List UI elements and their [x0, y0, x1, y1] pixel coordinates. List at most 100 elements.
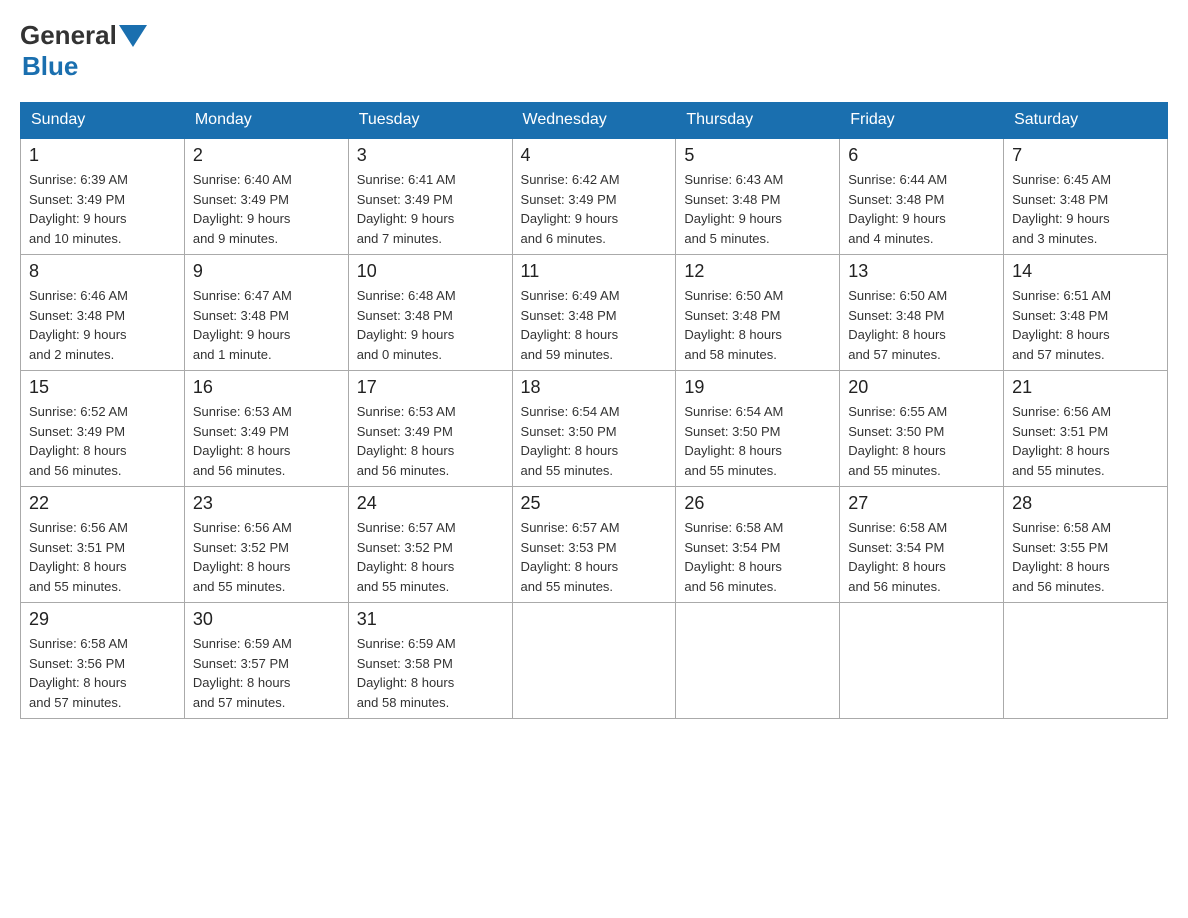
day-info: Sunrise: 6:55 AMSunset: 3:50 PMDaylight:…: [848, 402, 995, 480]
day-cell-9: 9 Sunrise: 6:47 AMSunset: 3:48 PMDaylight…: [184, 255, 348, 371]
day-info: Sunrise: 6:56 AMSunset: 3:51 PMDaylight:…: [1012, 402, 1159, 480]
day-info: Sunrise: 6:41 AMSunset: 3:49 PMDaylight:…: [357, 170, 504, 248]
empty-cell: [512, 603, 676, 719]
day-cell-29: 29 Sunrise: 6:58 AMSunset: 3:56 PMDayligh…: [21, 603, 185, 719]
day-info: Sunrise: 6:56 AMSunset: 3:51 PMDaylight:…: [29, 518, 176, 596]
day-info: Sunrise: 6:51 AMSunset: 3:48 PMDaylight:…: [1012, 286, 1159, 364]
day-cell-11: 11 Sunrise: 6:49 AMSunset: 3:48 PMDayligh…: [512, 255, 676, 371]
day-number: 19: [684, 377, 831, 398]
day-number: 17: [357, 377, 504, 398]
day-info: Sunrise: 6:57 AMSunset: 3:52 PMDaylight:…: [357, 518, 504, 596]
day-cell-17: 17 Sunrise: 6:53 AMSunset: 3:49 PMDayligh…: [348, 371, 512, 487]
day-cell-23: 23Sunrise: 6:56 AMSunset: 3:52 PMDayligh…: [184, 487, 348, 603]
day-cell-27: 27Sunrise: 6:58 AMSunset: 3:54 PMDayligh…: [840, 487, 1004, 603]
day-number: 8: [29, 261, 176, 282]
day-info: Sunrise: 6:58 AMSunset: 3:54 PMDaylight:…: [684, 518, 831, 596]
day-cell-31: 31Sunrise: 6:59 AMSunset: 3:58 PMDayligh…: [348, 603, 512, 719]
week-row-5: 29 Sunrise: 6:58 AMSunset: 3:56 PMDayligh…: [21, 603, 1168, 719]
day-cell-28: 28 Sunrise: 6:58 AMSunset: 3:55 PMDayligh…: [1004, 487, 1168, 603]
day-info: Sunrise: 6:58 AMSunset: 3:56 PMDaylight:…: [29, 634, 176, 712]
day-cell-2: 2 Sunrise: 6:40 AMSunset: 3:49 PMDaylight…: [184, 138, 348, 255]
weekday-header-wednesday: Wednesday: [512, 103, 676, 139]
day-cell-10: 10Sunrise: 6:48 AMSunset: 3:48 PMDayligh…: [348, 255, 512, 371]
logo-general-text: General: [20, 20, 117, 51]
day-number: 11: [521, 261, 668, 282]
day-number: 2: [193, 145, 340, 166]
day-number: 4: [521, 145, 668, 166]
empty-cell: [676, 603, 840, 719]
logo-triangle-icon: [119, 25, 147, 47]
day-number: 15: [29, 377, 176, 398]
day-info: Sunrise: 6:53 AMSunset: 3:49 PMDaylight:…: [193, 402, 340, 480]
weekday-header-friday: Friday: [840, 103, 1004, 139]
week-row-3: 15Sunrise: 6:52 AMSunset: 3:49 PMDayligh…: [21, 371, 1168, 487]
weekday-header-saturday: Saturday: [1004, 103, 1168, 139]
day-cell-3: 3Sunrise: 6:41 AMSunset: 3:49 PMDaylight…: [348, 138, 512, 255]
day-number: 29: [29, 609, 176, 630]
weekday-header-thursday: Thursday: [676, 103, 840, 139]
day-cell-13: 13Sunrise: 6:50 AMSunset: 3:48 PMDayligh…: [840, 255, 1004, 371]
weekday-header-row: SundayMondayTuesdayWednesdayThursdayFrid…: [21, 103, 1168, 139]
day-cell-21: 21 Sunrise: 6:56 AMSunset: 3:51 PMDayligh…: [1004, 371, 1168, 487]
day-cell-25: 25 Sunrise: 6:57 AMSunset: 3:53 PMDayligh…: [512, 487, 676, 603]
day-number: 18: [521, 377, 668, 398]
day-number: 26: [684, 493, 831, 514]
week-row-4: 22 Sunrise: 6:56 AMSunset: 3:51 PMDayligh…: [21, 487, 1168, 603]
day-cell-4: 4 Sunrise: 6:42 AMSunset: 3:49 PMDaylight…: [512, 138, 676, 255]
day-cell-18: 18 Sunrise: 6:54 AMSunset: 3:50 PMDayligh…: [512, 371, 676, 487]
empty-cell: [840, 603, 1004, 719]
logo-blue-text: Blue: [22, 51, 78, 81]
day-info: Sunrise: 6:54 AMSunset: 3:50 PMDaylight:…: [684, 402, 831, 480]
day-cell-16: 16 Sunrise: 6:53 AMSunset: 3:49 PMDayligh…: [184, 371, 348, 487]
day-cell-26: 26 Sunrise: 6:58 AMSunset: 3:54 PMDayligh…: [676, 487, 840, 603]
day-info: Sunrise: 6:57 AMSunset: 3:53 PMDaylight:…: [521, 518, 668, 596]
day-number: 25: [521, 493, 668, 514]
day-number: 1: [29, 145, 176, 166]
day-number: 9: [193, 261, 340, 282]
calendar-table: SundayMondayTuesdayWednesdayThursdayFrid…: [20, 102, 1168, 719]
page-header: General Blue: [20, 20, 1168, 82]
day-number: 24: [357, 493, 504, 514]
day-number: 28: [1012, 493, 1159, 514]
day-cell-15: 15Sunrise: 6:52 AMSunset: 3:49 PMDayligh…: [21, 371, 185, 487]
day-info: Sunrise: 6:44 AMSunset: 3:48 PMDaylight:…: [848, 170, 995, 248]
day-number: 5: [684, 145, 831, 166]
day-info: Sunrise: 6:47 AMSunset: 3:48 PMDaylight:…: [193, 286, 340, 364]
day-cell-5: 5 Sunrise: 6:43 AMSunset: 3:48 PMDaylight…: [676, 138, 840, 255]
day-cell-7: 7 Sunrise: 6:45 AMSunset: 3:48 PMDaylight…: [1004, 138, 1168, 255]
day-number: 14: [1012, 261, 1159, 282]
day-number: 20: [848, 377, 995, 398]
day-info: Sunrise: 6:43 AMSunset: 3:48 PMDaylight:…: [684, 170, 831, 248]
day-info: Sunrise: 6:45 AMSunset: 3:48 PMDaylight:…: [1012, 170, 1159, 248]
day-info: Sunrise: 6:58 AMSunset: 3:55 PMDaylight:…: [1012, 518, 1159, 596]
day-cell-14: 14 Sunrise: 6:51 AMSunset: 3:48 PMDayligh…: [1004, 255, 1168, 371]
day-info: Sunrise: 6:56 AMSunset: 3:52 PMDaylight:…: [193, 518, 340, 596]
day-number: 27: [848, 493, 995, 514]
day-info: Sunrise: 6:46 AMSunset: 3:48 PMDaylight:…: [29, 286, 176, 364]
day-number: 10: [357, 261, 504, 282]
day-info: Sunrise: 6:59 AMSunset: 3:57 PMDaylight:…: [193, 634, 340, 712]
empty-cell: [1004, 603, 1168, 719]
day-cell-24: 24 Sunrise: 6:57 AMSunset: 3:52 PMDayligh…: [348, 487, 512, 603]
day-cell-1: 1Sunrise: 6:39 AMSunset: 3:49 PMDaylight…: [21, 138, 185, 255]
day-number: 16: [193, 377, 340, 398]
day-info: Sunrise: 6:40 AMSunset: 3:49 PMDaylight:…: [193, 170, 340, 248]
weekday-header-sunday: Sunday: [21, 103, 185, 139]
day-info: Sunrise: 6:42 AMSunset: 3:49 PMDaylight:…: [521, 170, 668, 248]
day-cell-22: 22 Sunrise: 6:56 AMSunset: 3:51 PMDayligh…: [21, 487, 185, 603]
day-info: Sunrise: 6:54 AMSunset: 3:50 PMDaylight:…: [521, 402, 668, 480]
week-row-2: 8 Sunrise: 6:46 AMSunset: 3:48 PMDaylight…: [21, 255, 1168, 371]
day-number: 13: [848, 261, 995, 282]
day-number: 21: [1012, 377, 1159, 398]
day-cell-19: 19 Sunrise: 6:54 AMSunset: 3:50 PMDayligh…: [676, 371, 840, 487]
day-number: 31: [357, 609, 504, 630]
day-number: 22: [29, 493, 176, 514]
day-number: 12: [684, 261, 831, 282]
day-cell-12: 12 Sunrise: 6:50 AMSunset: 3:48 PMDayligh…: [676, 255, 840, 371]
day-number: 30: [193, 609, 340, 630]
day-number: 7: [1012, 145, 1159, 166]
day-info: Sunrise: 6:53 AMSunset: 3:49 PMDaylight:…: [357, 402, 504, 480]
day-info: Sunrise: 6:49 AMSunset: 3:48 PMDaylight:…: [521, 286, 668, 364]
day-cell-30: 30 Sunrise: 6:59 AMSunset: 3:57 PMDayligh…: [184, 603, 348, 719]
day-info: Sunrise: 6:50 AMSunset: 3:48 PMDaylight:…: [684, 286, 831, 364]
